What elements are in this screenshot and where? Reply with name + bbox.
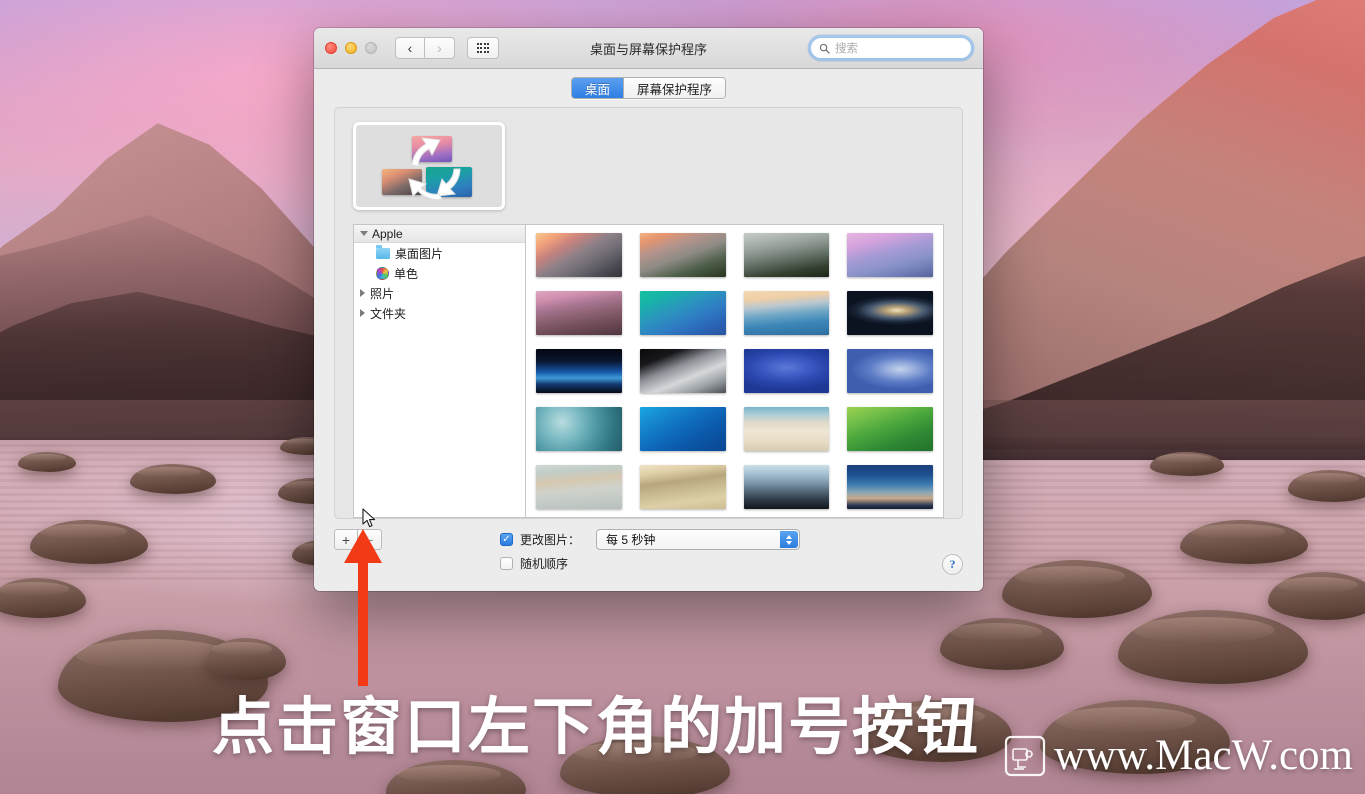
- wallpaper-thumbnail[interactable]: [743, 233, 830, 277]
- lake-rock: [206, 638, 286, 680]
- lake-rock: [1150, 452, 1224, 476]
- tree-item-label: 单色: [394, 266, 419, 281]
- preview-row: [353, 122, 944, 210]
- tree-group-label: 照片: [370, 286, 395, 301]
- search-container: 搜索: [810, 37, 972, 59]
- search-icon: [819, 43, 830, 54]
- tree-group-photos[interactable]: 照片: [354, 283, 525, 303]
- wallpaper-thumbnail[interactable]: [743, 291, 830, 335]
- options-column: 更改图片： 每 5 秒钟 随机顺序: [500, 529, 801, 591]
- chevron-right-icon: ›: [437, 40, 442, 56]
- wallpaper-thumbnail[interactable]: [743, 465, 830, 509]
- change-picture-checkbox[interactable]: [500, 533, 513, 546]
- random-order-checkbox[interactable]: [500, 557, 513, 570]
- tree-group-apple[interactable]: Apple: [354, 225, 525, 243]
- wallpaper-thumbnail[interactable]: [536, 407, 622, 451]
- lake-rock: [30, 520, 148, 564]
- window-titlebar: ‹ › 桌面与屏幕保护程序 搜索: [314, 28, 983, 69]
- tab-bar: 桌面 屏幕保护程序: [314, 69, 983, 107]
- navigation-button-group: ‹ ›: [395, 37, 455, 59]
- tree-item-desktop-pictures[interactable]: 桌面图片: [354, 243, 525, 263]
- desktop-settings-panel: Apple 桌面图片 单色 照片 文件夹: [334, 107, 963, 519]
- stepper-arrows-icon: [780, 531, 799, 548]
- traffic-light-group: [325, 42, 377, 54]
- wallpaper-thumbnail[interactable]: [847, 407, 933, 451]
- watermark-text: www.MacW.com: [1054, 732, 1353, 779]
- wallpaper-thumbnail[interactable]: [847, 349, 933, 393]
- arrow-down-icon: [786, 540, 793, 545]
- tab-desktop[interactable]: 桌面: [571, 78, 623, 98]
- disclosure-triangle-right-icon[interactable]: [360, 309, 365, 317]
- wallpaper-thumbnail[interactable]: [847, 291, 933, 335]
- help-button[interactable]: ?: [942, 554, 963, 575]
- tree-item-solid-colors[interactable]: 单色: [354, 263, 525, 283]
- wallpaper-source-tree[interactable]: Apple 桌面图片 单色 照片 文件夹: [353, 224, 525, 518]
- folder-icon: [376, 245, 390, 259]
- back-button[interactable]: ‹: [395, 37, 425, 59]
- grid-icon: [476, 43, 490, 53]
- tree-group-label: 文件夹: [370, 306, 407, 321]
- lake-rock: [18, 452, 76, 472]
- tree-group-label: Apple: [372, 226, 403, 241]
- wallpaper-grid-pane[interactable]: [525, 224, 944, 518]
- random-order-label: 随机顺序: [520, 557, 569, 571]
- segmented-control: 桌面 屏幕保护程序: [570, 77, 727, 99]
- annotation-arrow-icon: [344, 529, 382, 686]
- lake-rock: [1180, 520, 1308, 564]
- wallpaper-preview[interactable]: [353, 122, 505, 210]
- wallpaper-thumbnail[interactable]: [536, 349, 622, 393]
- wallpaper-grid: [536, 233, 933, 509]
- minimize-button[interactable]: [345, 42, 357, 54]
- wallpaper-thumbnail[interactable]: [639, 291, 726, 335]
- search-input[interactable]: 搜索: [810, 37, 972, 59]
- panel-footer: + − 更改图片： 每 5 秒钟: [314, 519, 983, 591]
- watermark: www.MacW.com: [1002, 731, 1353, 780]
- search-placeholder: 搜索: [835, 43, 858, 55]
- lake-rock: [1288, 470, 1365, 502]
- wallpaper-thumbnail[interactable]: [536, 291, 622, 335]
- wallpaper-thumbnail[interactable]: [639, 407, 726, 451]
- forward-button: ›: [425, 37, 455, 59]
- arrow-up-icon: [786, 534, 793, 539]
- random-order-row: 随机顺序: [500, 555, 800, 572]
- disclosure-triangle-right-icon[interactable]: [360, 289, 365, 297]
- wallpaper-thumbnail[interactable]: [639, 349, 726, 393]
- wallpaper-thumbnail[interactable]: [743, 407, 830, 451]
- wallpaper-thumbnail[interactable]: [536, 233, 622, 277]
- wallpaper-thumbnail[interactable]: [743, 349, 830, 393]
- macw-logo-icon: [1004, 735, 1046, 776]
- rotate-arrows-icon: [408, 137, 461, 200]
- tree-item-label: 桌面图片: [395, 246, 444, 261]
- annotation-caption: 点击窗口左下角的加号按钮: [212, 690, 981, 763]
- wallpaper-thumbnail[interactable]: [639, 465, 726, 509]
- source-and-grid: Apple 桌面图片 单色 照片 文件夹: [353, 224, 944, 518]
- disclosure-triangle-down-icon[interactable]: [360, 231, 368, 236]
- interval-popup-button[interactable]: 每 5 秒钟: [596, 529, 801, 550]
- chevron-left-icon: ‹: [407, 40, 413, 56]
- desktop-background: ‹ › 桌面与屏幕保护程序 搜索 桌面 屏幕保护程序 Apple 桌面图片 单色…: [0, 0, 1365, 794]
- zoom-button: [365, 42, 377, 54]
- change-picture-label: 更改图片：: [520, 533, 581, 547]
- wallpaper-thumbnail[interactable]: [536, 465, 622, 509]
- wallpaper-thumbnail[interactable]: [639, 233, 726, 277]
- change-picture-row: 更改图片： 每 5 秒钟: [500, 529, 801, 550]
- interval-value: 每 5 秒钟: [606, 533, 656, 547]
- lake-rock: [130, 464, 216, 494]
- tree-group-folders[interactable]: 文件夹: [354, 303, 525, 323]
- wallpaper-thumbnail[interactable]: [847, 465, 933, 509]
- desktop-screensaver-preferences-window: ‹ › 桌面与屏幕保护程序 搜索 桌面 屏幕保护程序 Apple 桌面图片 单色…: [314, 28, 983, 591]
- color-wheel-icon: [376, 266, 389, 280]
- close-button[interactable]: [325, 42, 337, 54]
- wallpaper-thumbnail[interactable]: [847, 233, 933, 277]
- tab-screensaver[interactable]: 屏幕保护程序: [623, 78, 726, 98]
- show-all-button[interactable]: [467, 37, 499, 59]
